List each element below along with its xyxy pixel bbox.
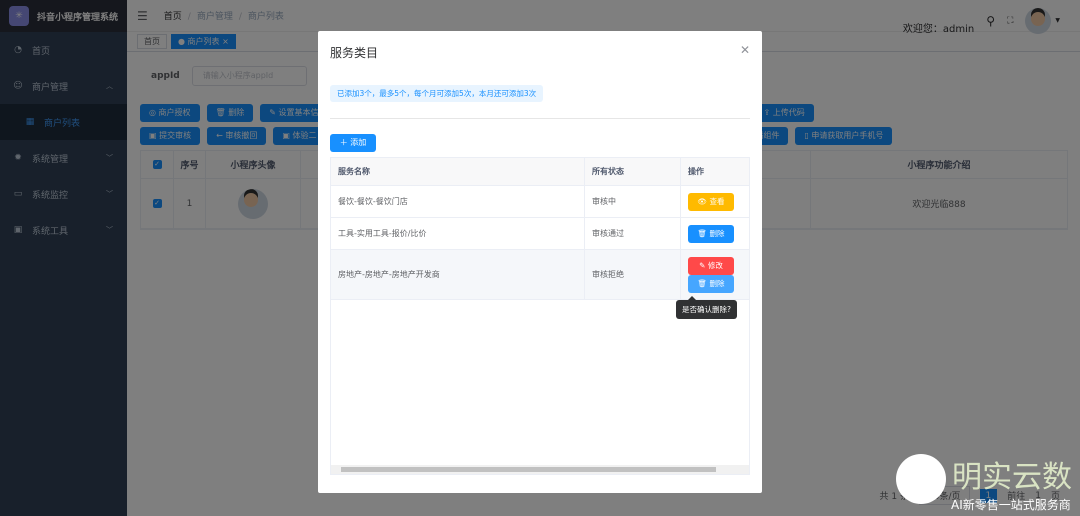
edit-button[interactable]: ✎ 修改 — [688, 256, 734, 275]
info-alert: 已添加3个，最多5个，每个月可添加5次，本月还可添加3次 — [330, 85, 544, 102]
label: 删除 — [709, 228, 725, 238]
service-name: 房地产-房地产-房地产开发商 — [331, 250, 585, 299]
label: 修改 — [707, 260, 723, 270]
divider — [330, 118, 750, 119]
watermark-logo — [896, 454, 946, 504]
watermark-brand: 明实云数 — [952, 460, 1072, 495]
col-name: 服务名称 — [331, 158, 585, 185]
horizontal-scrollbar[interactable] — [331, 465, 749, 474]
view-button[interactable]: 👁 查看 — [688, 192, 734, 211]
col-actions: 操作 — [688, 167, 704, 176]
delete-confirm-popover: 是否确认删除? — [676, 296, 737, 319]
col-status: 所有状态 — [585, 158, 681, 185]
table-row: 房地产-房地产-房地产开发商 审核拒绝 ✎ 修改 🗑 删除 — [331, 250, 749, 300]
service-name: 工具-实用工具-报价/比价 — [331, 218, 585, 249]
add-button[interactable]: ＋ 添加 — [330, 134, 376, 152]
service-category-dialog: 服务类目 ✕ 已添加3个，最多5个，每个月可添加5次，本月还可添加3次 ＋ 添加… — [318, 31, 762, 493]
service-name: 餐饮-餐饮-餐饮门店 — [331, 186, 585, 217]
close-icon[interactable]: ✕ — [740, 43, 750, 57]
watermark-slogan: AI新零售一站式服务商 — [951, 498, 1071, 512]
dialog-title: 服务类目 — [330, 46, 379, 60]
label: 添加 — [350, 138, 367, 147]
table-row: 工具-实用工具-报价/比价 审核通过 🗑 删除 — [331, 218, 749, 250]
watermark: 明实云数 AI新零售一站式服务商 — [896, 452, 1072, 513]
service-status: 审核通过 — [585, 218, 681, 249]
table-row: 餐饮-餐饮-餐饮门店 审核中 👁 查看 — [331, 186, 749, 218]
scrollbar-thumb[interactable] — [341, 467, 716, 472]
service-status: 审核中 — [585, 186, 681, 217]
delete-button[interactable]: 🗑 删除 — [688, 224, 734, 243]
label: 查看 — [709, 196, 725, 206]
label: 删除 — [709, 278, 725, 288]
delete-button[interactable]: 🗑 删除 — [688, 274, 734, 293]
service-status: 审核拒绝 — [585, 250, 681, 299]
